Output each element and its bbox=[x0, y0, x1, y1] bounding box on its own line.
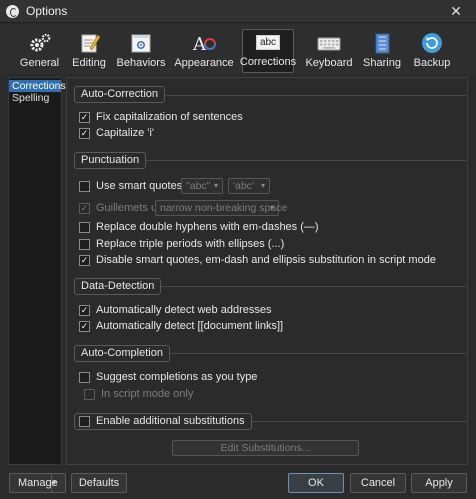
script-mode-only-row[interactable]: In script mode only bbox=[84, 387, 193, 401]
dialog-footer: Manage ▾ Defaults OK Cancel Apply bbox=[0, 468, 476, 499]
abc-icon-text: abc bbox=[256, 34, 280, 50]
gears-icon bbox=[27, 32, 53, 54]
tab-editing[interactable]: Editing bbox=[69, 29, 109, 73]
font-color-icon: A bbox=[191, 32, 217, 54]
tab-keyboard-label: Keyboard bbox=[305, 57, 353, 69]
group-title-data-detection: Data-Detection bbox=[74, 278, 162, 295]
tab-sharing-label: Sharing bbox=[363, 57, 401, 69]
double-quote-style-select[interactable]: "abc" ▾ bbox=[181, 178, 223, 194]
preferences-toolbar: General Editing Behaviors A Appearance a… bbox=[0, 24, 476, 74]
disable-script-substitution-checkbox[interactable]: ✓ bbox=[79, 254, 90, 266]
guillemets-checkbox[interactable]: ✓ bbox=[79, 202, 90, 214]
tab-editing-label: Editing bbox=[72, 57, 106, 69]
em-dashes-row[interactable]: Replace double hyphens with em-dashes (—… bbox=[79, 220, 319, 234]
fix-capitalization-label: Fix capitalization of sentences bbox=[96, 111, 243, 123]
chevron-down-icon[interactable]: ▾ bbox=[51, 474, 65, 492]
document-links-row[interactable]: ✓ Automatically detect [[document links]… bbox=[79, 319, 283, 333]
abc-icon: abc bbox=[255, 31, 281, 53]
single-quote-style-select[interactable]: 'abc' ▾ bbox=[228, 178, 270, 194]
tab-general-label: General bbox=[19, 57, 60, 69]
single-quote-style-value: 'abc' bbox=[233, 180, 254, 192]
options-sidebar: Corrections Spelling bbox=[8, 77, 66, 465]
chevron-down-icon: ▾ bbox=[260, 181, 265, 190]
enable-substitutions-label: Enable additional substitutions bbox=[96, 415, 245, 427]
script-mode-only-checkbox[interactable] bbox=[84, 388, 95, 400]
group-title-auto-completion: Auto-Completion bbox=[74, 345, 170, 362]
suggest-completions-checkbox[interactable] bbox=[79, 371, 90, 383]
apply-button[interactable]: Apply bbox=[411, 473, 467, 493]
smart-quotes-checkbox[interactable] bbox=[79, 180, 90, 192]
keyboard-icon bbox=[316, 32, 342, 54]
chevron-down-icon: ▾ bbox=[213, 181, 218, 190]
tab-corrections-label: Corrections bbox=[239, 56, 297, 68]
web-addresses-row[interactable]: ✓ Automatically detect web addresses bbox=[79, 303, 271, 317]
web-addresses-label: Automatically detect web addresses bbox=[96, 304, 272, 316]
tab-behaviors-label: Behaviors bbox=[116, 57, 166, 69]
manage-button[interactable]: Manage ▾ bbox=[9, 473, 66, 493]
capitalize-i-checkbox[interactable]: ✓ bbox=[79, 127, 90, 139]
ellipses-row[interactable]: Replace triple periods with ellipses (..… bbox=[79, 237, 284, 251]
tab-general[interactable]: General bbox=[12, 29, 67, 73]
chevron-down-icon: ▾ bbox=[269, 203, 274, 212]
script-mode-only-label: In script mode only bbox=[101, 388, 194, 400]
group-title-auto-correction: Auto-Correction bbox=[74, 86, 166, 103]
web-addresses-checkbox[interactable]: ✓ bbox=[79, 304, 90, 316]
guillemets-spacing-select[interactable]: narrow non-breaking space ▾ bbox=[155, 200, 287, 216]
fix-capitalization-row[interactable]: ✓ Fix capitalization of sentences bbox=[79, 110, 243, 124]
tab-appearance-label: Appearance bbox=[174, 57, 234, 69]
ellipses-checkbox[interactable] bbox=[79, 238, 90, 250]
tab-appearance[interactable]: A Appearance bbox=[174, 29, 234, 73]
ok-button[interactable]: OK bbox=[288, 473, 344, 493]
document-links-label: Automatically detect [[document links]] bbox=[96, 320, 284, 332]
group-title-punctuation: Punctuation bbox=[74, 152, 147, 169]
capitalize-i-row[interactable]: ✓ Capitalize 'i' bbox=[79, 126, 154, 140]
double-quote-style-value: "abc" bbox=[186, 180, 211, 192]
disable-script-substitution-row[interactable]: ✓ Disable smart quotes, em-dash and elli… bbox=[79, 253, 436, 267]
enable-substitutions-row[interactable]: Enable additional substitutions bbox=[79, 414, 245, 429]
disable-script-substitution-label: Disable smart quotes, em-dash and ellips… bbox=[96, 254, 436, 266]
tab-corrections[interactable]: abc Corrections bbox=[239, 29, 297, 73]
behaviors-icon bbox=[128, 32, 154, 54]
em-dashes-checkbox[interactable] bbox=[79, 221, 90, 233]
sidebar-item-corrections[interactable]: Corrections bbox=[9, 80, 66, 92]
ellipses-label: Replace triple periods with ellipses (..… bbox=[96, 238, 285, 250]
tab-keyboard[interactable]: Keyboard bbox=[305, 29, 353, 73]
tab-backup[interactable]: Backup bbox=[414, 29, 450, 73]
tab-sharing[interactable]: Sharing bbox=[363, 29, 401, 73]
document-links-checkbox[interactable]: ✓ bbox=[79, 320, 90, 332]
backup-icon bbox=[419, 32, 445, 54]
tab-backup-label: Backup bbox=[413, 57, 451, 69]
suggest-completions-row[interactable]: Suggest completions as you type bbox=[79, 370, 257, 384]
binder-icon bbox=[369, 32, 395, 54]
title-bar: Options ✕ bbox=[0, 0, 476, 23]
guillemets-spacing-value: narrow non-breaking space bbox=[160, 202, 288, 214]
fix-capitalization-checkbox[interactable]: ✓ bbox=[79, 111, 90, 123]
sidebar-item-spelling[interactable]: Spelling bbox=[9, 92, 61, 104]
close-icon[interactable]: ✕ bbox=[436, 0, 476, 23]
cancel-button[interactable]: Cancel bbox=[350, 473, 406, 493]
enable-substitutions-checkbox[interactable] bbox=[79, 416, 90, 427]
tab-behaviors[interactable]: Behaviors bbox=[116, 29, 166, 73]
enable-substitutions-group[interactable]: Enable additional substitutions bbox=[74, 413, 252, 430]
suggest-completions-label: Suggest completions as you type bbox=[96, 371, 258, 383]
pencil-note-icon bbox=[76, 32, 102, 54]
app-logo-icon bbox=[6, 4, 19, 18]
edit-substitutions-button[interactable]: Edit Substitutions... bbox=[172, 440, 359, 456]
em-dashes-label: Replace double hyphens with em-dashes (—… bbox=[96, 221, 319, 233]
window-title: Options bbox=[26, 4, 68, 18]
capitalize-i-label: Capitalize 'i' bbox=[96, 127, 155, 139]
defaults-button[interactable]: Defaults bbox=[71, 473, 127, 493]
